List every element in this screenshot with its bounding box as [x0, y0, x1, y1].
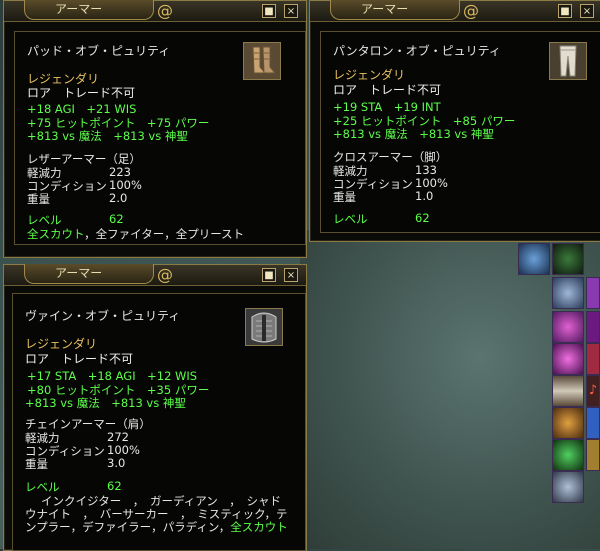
class-restrictions: 全スカウト，全ファイター，全プリースト	[27, 227, 245, 241]
steel-shield-ability-icon[interactable]	[552, 471, 584, 503]
item-examine-window-3: アーマー @ ■ × ヴァイン・オブ・ピュリティ レジェンダリ ロア トレード不…	[3, 264, 307, 551]
item-examine-window-2: アーマー @ ■ × パンタロン・オブ・ピュリティ レジェンダリ ロア トレード…	[309, 0, 600, 242]
white-pillar-ability-icon[interactable]	[552, 375, 584, 407]
red-slash-ability-icon[interactable]	[586, 343, 600, 375]
close-button[interactable]: ×	[580, 4, 594, 18]
magenta-flame-ability-icon[interactable]	[552, 311, 584, 343]
prop-weight: 重量 2.0	[27, 191, 128, 206]
level-requirement: レベル 62	[333, 211, 430, 226]
music-note-ability-icon[interactable]: ♪	[586, 375, 600, 407]
item-panel: ヴァイン・オブ・ピュリティ レジェンダリ ロア トレード不可 +17 STA +…	[12, 293, 306, 551]
class-restrictions-3: ンプラー，デファイラー，パラディン，全スカウト	[25, 520, 288, 534]
green-swirl-ability-icon[interactable]	[552, 243, 584, 275]
window-title: アーマー	[24, 264, 154, 284]
close-button[interactable]: ×	[284, 4, 298, 18]
stat-bonus-3: +813 vs 魔法 +813 vs 神聖	[27, 129, 188, 143]
titlebar[interactable]: アーマー @ ■ ×	[310, 0, 600, 22]
blue-armor-ability-icon[interactable]	[518, 243, 550, 275]
minimize-button[interactable]: ■	[262, 268, 276, 282]
item-name: パッド・オブ・ピュリティ	[27, 44, 171, 58]
hotbar: ♪	[518, 243, 600, 503]
blue-shield-ability-icon[interactable]	[552, 277, 584, 309]
gold-sword-ability-icon[interactable]	[586, 439, 600, 471]
close-button[interactable]: ×	[284, 268, 298, 282]
swirl-ornament-icon: @	[157, 265, 173, 284]
stat-bonus-3: +813 vs 魔法 +813 vs 神聖	[333, 127, 494, 141]
item-flags: ロア トレード不可	[27, 86, 136, 100]
leather-boots-icon	[243, 42, 281, 80]
titlebar[interactable]: アーマー @ ■ ×	[4, 264, 306, 286]
window-title: アーマー	[24, 0, 154, 20]
item-flags: ロア トレード不可	[333, 83, 442, 97]
window-title: アーマー	[330, 0, 460, 20]
prop-weight: 重量 1.0	[333, 189, 434, 204]
swirl-ornament-icon: @	[157, 1, 173, 20]
orange-orb-ability-icon[interactable]	[552, 407, 584, 439]
chain-shoulders-icon	[245, 308, 283, 346]
minimize-button[interactable]: ■	[262, 4, 276, 18]
item-name: ヴァイン・オブ・ピュリティ	[25, 309, 181, 323]
item-flags: ロア トレード不可	[25, 352, 134, 366]
blue-spark-ability-icon[interactable]	[586, 407, 600, 439]
item-panel: パンタロン・オブ・ピュリティ レジェンダリ ロア トレード不可 +19 STA …	[320, 31, 600, 233]
item-examine-window-1: アーマー @ ■ × パッド・オブ・ピュリティ レジェンダリ ロア トレード不可…	[3, 0, 307, 258]
cloth-pants-icon	[549, 42, 587, 80]
green-shield-ability-icon[interactable]	[552, 439, 584, 471]
purple-ward-ability-icon[interactable]	[586, 277, 600, 309]
item-name: パンタロン・オブ・ピュリティ	[333, 44, 501, 58]
violet-strike-ability-icon[interactable]	[586, 311, 600, 343]
stat-bonus-3: +813 vs 魔法 +813 vs 神聖	[25, 396, 186, 410]
minimize-button[interactable]: ■	[558, 4, 572, 18]
pink-burst-ability-icon[interactable]	[552, 343, 584, 375]
prop-weight: 重量 3.0	[25, 456, 126, 471]
titlebar[interactable]: アーマー @ ■ ×	[4, 0, 306, 22]
swirl-ornament-icon: @	[463, 1, 479, 20]
item-panel: パッド・オブ・ピュリティ レジェンダリ ロア トレード不可 +18 AGI +2…	[14, 31, 306, 245]
